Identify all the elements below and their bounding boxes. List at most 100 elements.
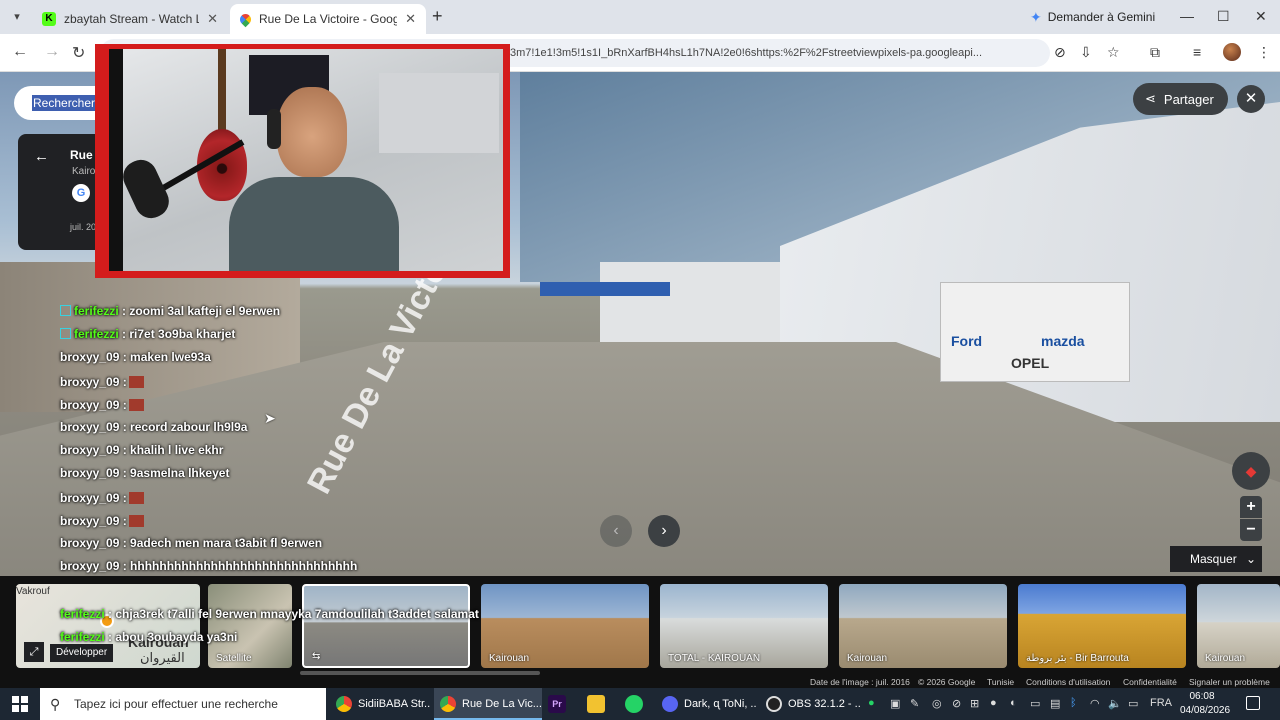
forward-arrow-icon[interactable]: → — [44, 43, 60, 61]
back-arrow-icon[interactable]: ← — [12, 43, 28, 61]
chat-username: ferifezzi — [74, 304, 119, 318]
task-discord[interactable]: Dark, ᶐ ToNi, ... — [656, 688, 756, 720]
kick-icon: K — [42, 12, 56, 26]
file-explorer-icon[interactable] — [587, 695, 605, 713]
tab-google-maps[interactable]: Rue De La Victoire - Google M ✕ — [230, 4, 426, 34]
close-tab-icon[interactable]: ✕ — [207, 11, 218, 27]
billboard-brand: Ford — [951, 333, 983, 349]
tray-icon[interactable]: ▤ — [1050, 697, 1060, 710]
photo-thumbnail[interactable]: TOTAL - KAIROUAN — [660, 584, 828, 668]
report-link[interactable]: Signaler un problème — [1189, 677, 1270, 687]
chat-text: : khalih l live ekhr — [122, 443, 224, 458]
terms-link[interactable]: Conditions d'utilisation — [1026, 677, 1110, 687]
chat-text: : 9adech men mara t3abit fl 9erwen — [122, 536, 323, 550]
zoom-out-button[interactable]: − — [1240, 519, 1262, 541]
clock[interactable]: 06:08 04/08/2026 — [1180, 690, 1230, 718]
tray-icon[interactable]: ▣ — [890, 697, 900, 710]
photo-thumbnail[interactable]: بئر بروطة - Bir Barrouta — [1018, 584, 1186, 668]
back-arrow-icon[interactable]: ← — [34, 148, 49, 165]
chat-username: broxyy_09 — [60, 374, 120, 389]
minimap[interactable]: Vakrouf Kairouan القيروان ⤢ Développer — [16, 584, 200, 668]
close-window-icon[interactable]: ✕ — [1255, 8, 1267, 25]
tab-kick-stream[interactable]: K zbaytah Stream - Watch Live o ✕ — [32, 4, 228, 34]
mouse-cursor-icon: ➤ — [264, 410, 276, 426]
chat-message: broxyy_09 : — [60, 397, 144, 412]
image-date: Date de l'image : juil. 2016 — [810, 677, 910, 687]
windows-taskbar: ⚲ Tapez ici pour effectuer une recherche… — [0, 688, 1280, 720]
privacy-link[interactable]: Confidentialité — [1123, 677, 1177, 687]
strip-scrollbar[interactable] — [300, 671, 540, 675]
media-icon[interactable]: ≡ — [1193, 44, 1201, 60]
zoom-in-button[interactable]: + — [1240, 496, 1262, 518]
expand-label[interactable]: Développer — [50, 644, 114, 662]
task-chrome-maps[interactable]: Rue De La Vic... — [434, 688, 542, 720]
eye-off-icon[interactable]: ⊘ — [1054, 44, 1066, 61]
chat-emote-icon — [128, 375, 144, 388]
tray-icon[interactable]: ⊞ — [970, 697, 979, 710]
chat-text: : hhhhhhhhhhhhhhhhhhhhhhhhhhhhhhh — [122, 559, 358, 574]
bluetooth-icon[interactable]: ᛒ — [1070, 697, 1077, 709]
chat-emote-icon — [128, 514, 144, 527]
photo-thumbnail[interactable]: Satellite — [208, 584, 292, 668]
photo-thumbnail[interactable]: Kairouan — [1197, 584, 1280, 668]
taskbar-search[interactable]: ⚲ Tapez ici pour effectuer une recherche — [40, 688, 326, 720]
task-label: SidiiBABA Str... — [358, 698, 430, 710]
volume-icon[interactable]: 🔈 — [1108, 697, 1122, 710]
chat-message: ferifezzi : chja3rek t7alli fel 9erwen m… — [60, 607, 479, 621]
tray-icon[interactable]: ⊘ — [952, 697, 961, 710]
language-indicator[interactable]: FRA — [1150, 697, 1172, 709]
photo-thumbnail-selected[interactable]: ⇆ — [302, 584, 470, 668]
chat-username: broxyy_09 — [60, 559, 120, 574]
install-icon[interactable]: ⇩ — [1080, 44, 1092, 61]
previous-photo-button[interactable]: ‹ — [600, 515, 632, 547]
chat-badge-icon — [60, 305, 71, 316]
country-link[interactable]: Tunisie — [987, 677, 1014, 687]
notification-icon[interactable] — [1246, 696, 1260, 710]
chat-message: ferifezzi : ri7et 3o9ba kharjet — [60, 327, 235, 341]
tray-icon[interactable]: ▭ — [1030, 697, 1040, 710]
headphones-icon — [267, 109, 281, 149]
expand-icon[interactable]: ⤢ — [24, 642, 44, 662]
chat-username: broxyy_09 — [60, 490, 120, 505]
extensions-icon[interactable]: ⧉ — [1150, 44, 1160, 61]
compass-icon[interactable]: ◆ — [1232, 452, 1270, 490]
chat-badge-icon — [60, 328, 71, 340]
guitar-neck — [218, 49, 226, 139]
next-photo-button[interactable]: › — [648, 515, 680, 547]
minimize-icon[interactable]: — — [1180, 8, 1194, 24]
profile-avatar[interactable] — [1223, 43, 1241, 61]
task-obs[interactable]: OBS 32.1.2 - ... — [760, 688, 860, 720]
wall — [379, 73, 499, 153]
tray-icon[interactable]: ● — [868, 697, 875, 709]
obs-icon — [766, 696, 782, 713]
chat-username: broxyy_09 — [60, 513, 120, 528]
tray-icon[interactable]: ◐ — [1010, 697, 1017, 709]
menu-dots-icon[interactable]: ⋮ — [1257, 44, 1271, 61]
frame-edge — [109, 49, 123, 271]
chat-message: broxyy_09 : — [60, 374, 144, 389]
close-street-view-button[interactable]: ✕ — [1237, 85, 1265, 113]
tab-search-icon[interactable]: ▾ — [6, 6, 28, 28]
chat-text: : zoomi 3al kafteji el 9erwen — [122, 304, 281, 318]
photo-thumbnail[interactable]: Kairouan — [839, 584, 1007, 668]
close-tab-icon[interactable]: ✕ — [405, 11, 416, 27]
bookmark-star-icon[interactable]: ☆ — [1107, 44, 1120, 61]
premiere-icon[interactable]: Pr — [548, 695, 566, 713]
reload-icon[interactable]: ↻ — [72, 43, 85, 63]
photo-thumbnail[interactable]: Kairouan — [481, 584, 649, 668]
gemini-button[interactable]: ✦ Demander à Gemini — [1020, 6, 1165, 28]
task-chrome-sidiibaba[interactable]: SidiiBABA Str... — [330, 688, 430, 720]
hide-strip-button[interactable]: Masquer ⌄ — [1170, 546, 1262, 572]
network-icon[interactable]: ◠ — [1090, 697, 1100, 710]
car-brands-billboard: Ford mazda OPEL — [940, 282, 1130, 382]
whatsapp-icon[interactable] — [625, 695, 643, 713]
maximize-icon[interactable]: ☐ — [1217, 8, 1230, 25]
tray-icon[interactable]: ● — [990, 697, 997, 709]
battery-icon[interactable]: ▭ — [1128, 697, 1138, 710]
new-tab-button[interactable]: + — [432, 6, 443, 27]
windows-start-icon[interactable] — [12, 696, 28, 712]
share-button[interactable]: ⋖ Partager — [1133, 83, 1228, 115]
tray-icon[interactable]: ◎ — [932, 697, 942, 710]
chat-message: broxyy_09 : — [60, 490, 144, 505]
tray-icon[interactable]: ✎ — [910, 697, 919, 710]
